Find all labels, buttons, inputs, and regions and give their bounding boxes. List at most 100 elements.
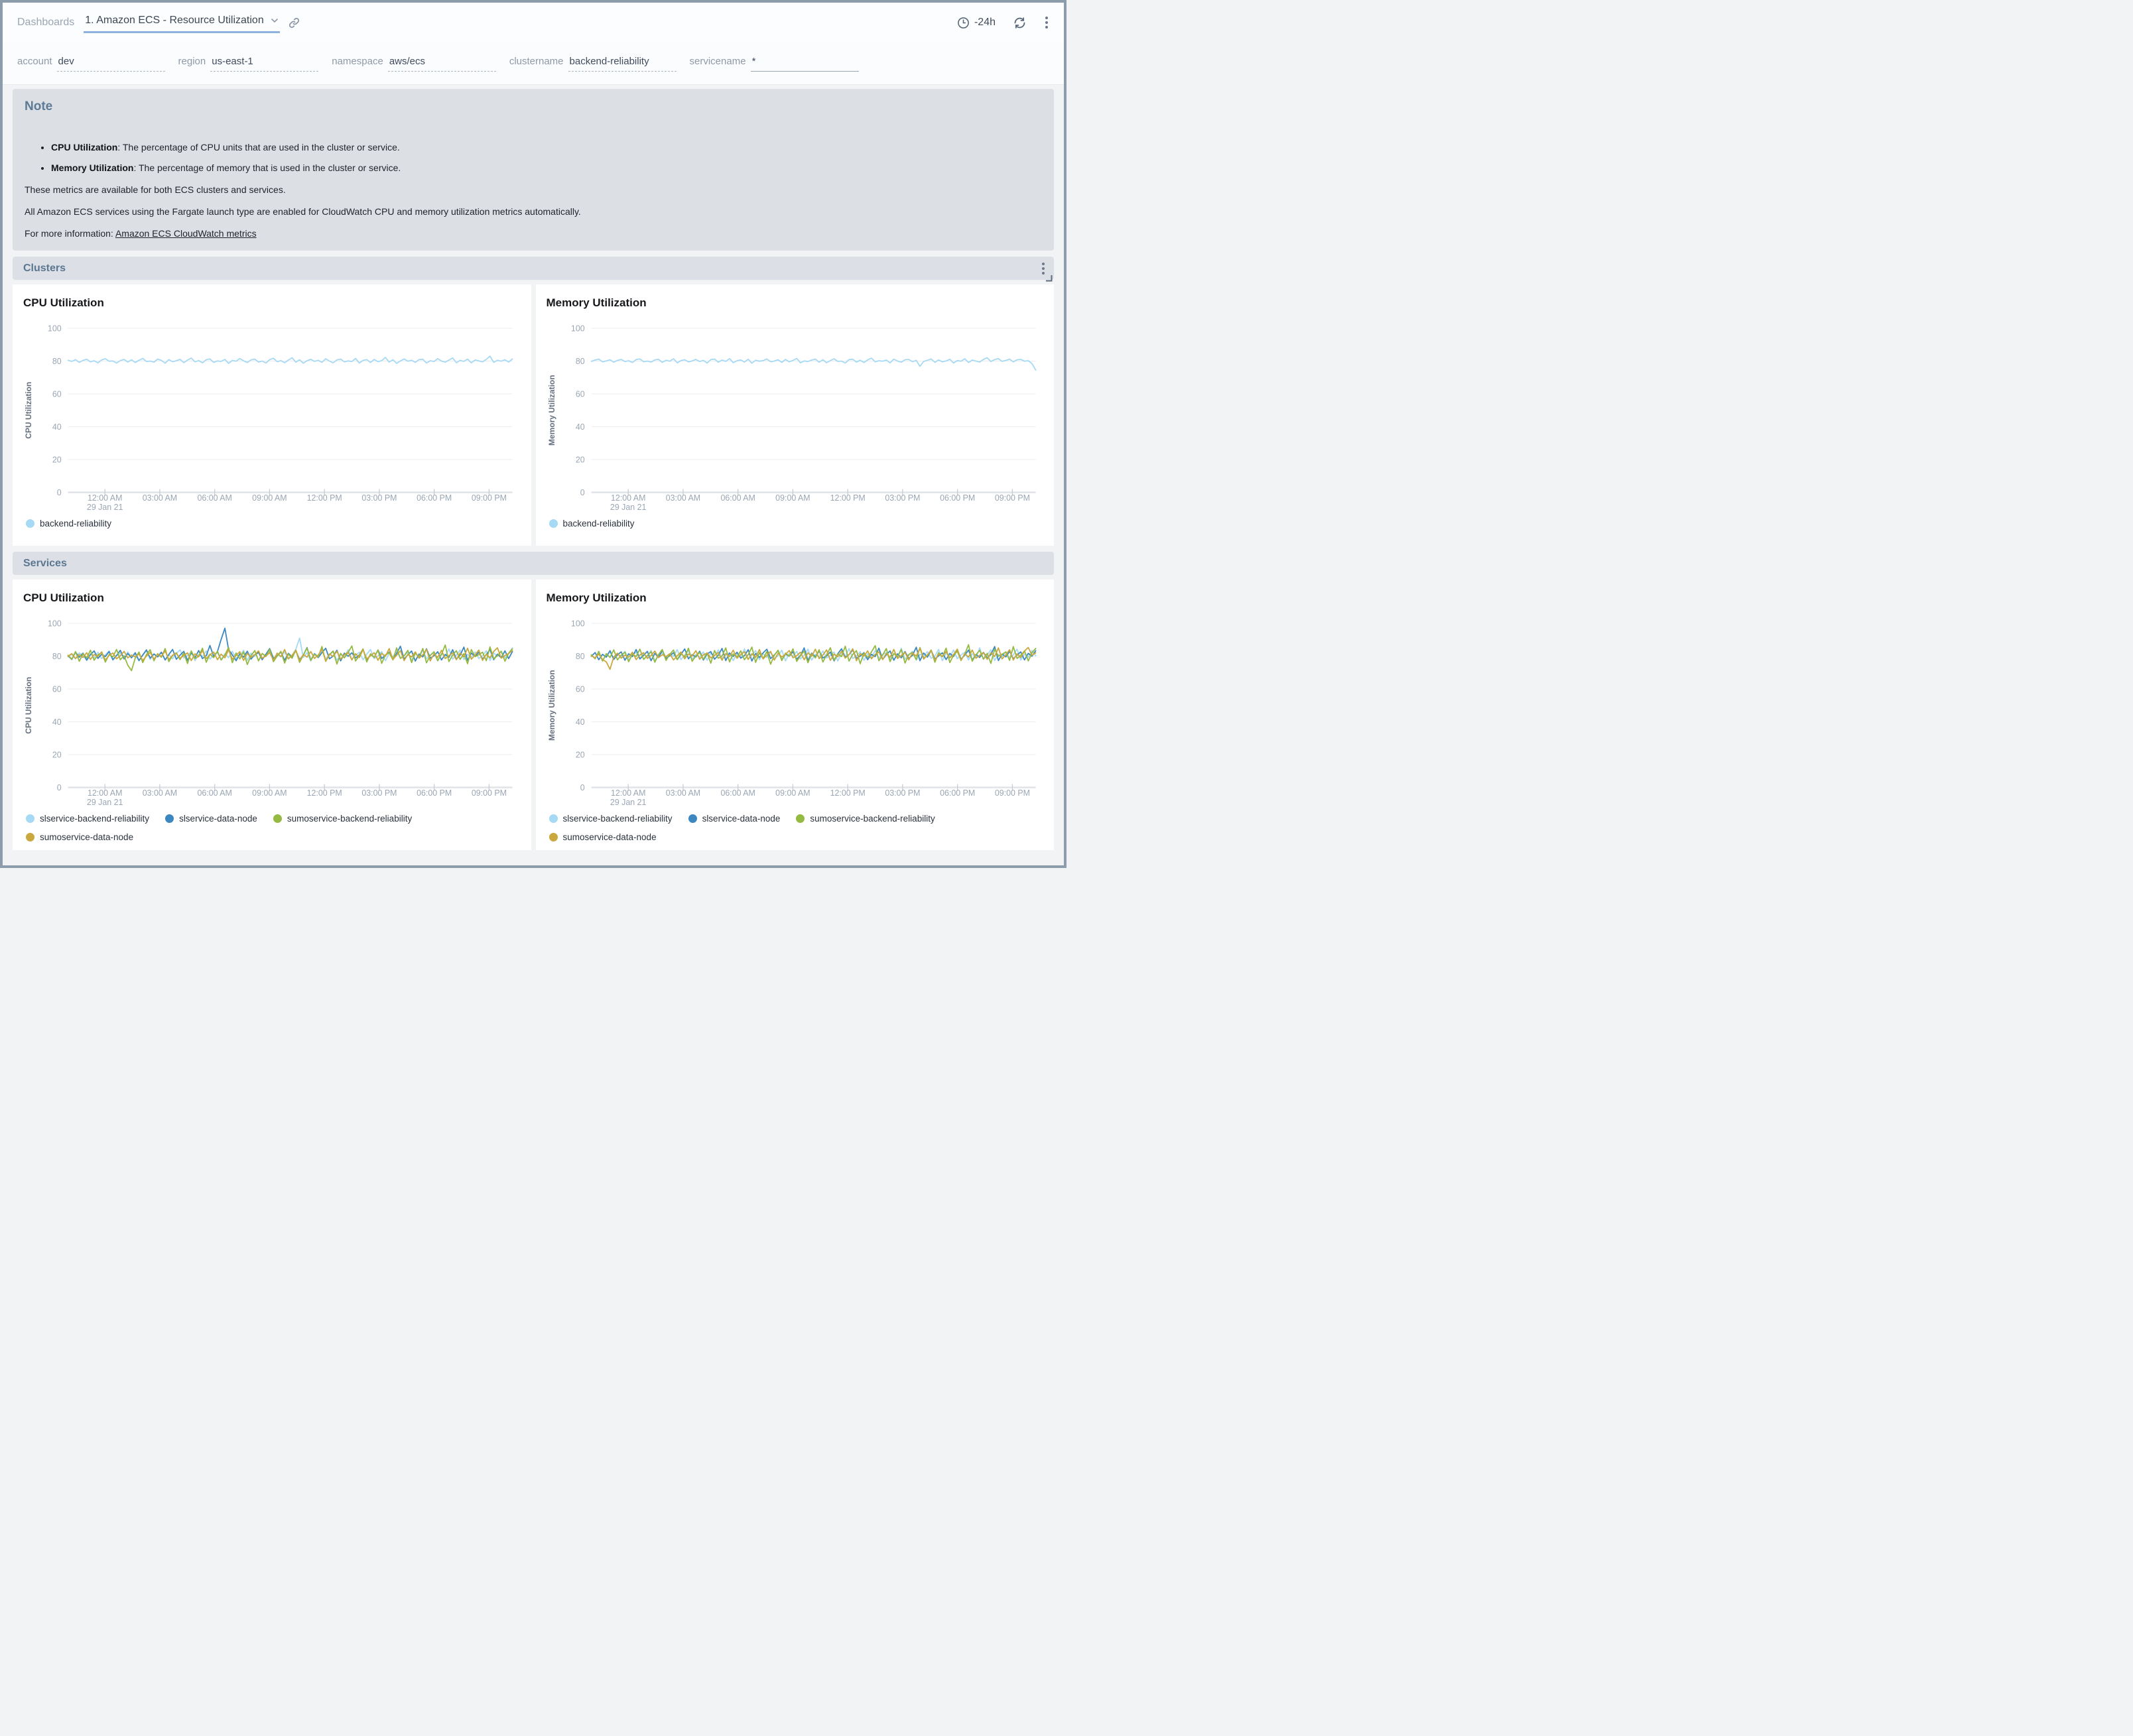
note-title: Note [25,99,1042,114]
svg-text:09:00 PM: 09:00 PM [472,493,507,503]
legend-series-name: slservice-data-node [179,814,257,824]
filter-namespace: namespace aws/ecs [332,56,496,72]
note-paragraph: These metrics are available for both ECS… [25,184,1042,195]
section-more-options-icon[interactable] [1041,261,1046,276]
svg-text:09:00 PM: 09:00 PM [994,493,1029,503]
chart-legend: backend-reliability [22,511,522,531]
legend-item[interactable]: sumoservice-backend-reliability [273,810,412,826]
svg-text:03:00 PM: 03:00 PM [885,788,920,798]
legend-dot-icon [688,814,697,823]
more-options-icon[interactable] [1044,15,1049,30]
filter-account-input[interactable]: dev [57,56,165,72]
svg-text:40: 40 [52,422,62,432]
svg-text:12:00 PM: 12:00 PM [830,493,865,503]
filter-label: region [178,56,206,72]
svg-text:CPU Utilization: CPU Utilization [24,382,33,439]
svg-text:Memory Utilization: Memory Utilization [547,670,556,741]
service-memory-panel: Memory Utilization 02040608010012:00 AM2… [536,580,1055,850]
legend-series-name: slservice-backend-reliability [563,814,673,824]
clock-icon [957,17,970,29]
filter-bar: account dev region us-east-1 namespace a… [3,42,1064,85]
refresh-icon[interactable] [1013,16,1027,30]
svg-text:100: 100 [570,619,584,628]
chart-legend: backend-reliability [545,511,1045,531]
filter-region-input[interactable]: us-east-1 [210,56,318,72]
share-link-icon[interactable] [288,17,300,29]
chart-legend: slservice-backend-reliability slservice-d… [545,806,1045,845]
svg-text:09:00 AM: 09:00 AM [775,493,810,503]
legend-dot-icon [549,519,558,528]
legend-item[interactable]: sumoservice-data-node [26,829,133,845]
svg-text:29 Jan 21: 29 Jan 21 [610,798,646,806]
legend-dot-icon [796,814,805,823]
line-chart[interactable]: 02040608010012:00 AM29 Jan 2103:00 AM06:… [545,312,1045,511]
breadcrumb[interactable]: Dashboards [17,17,74,29]
svg-text:06:00 AM: 06:00 AM [720,788,755,798]
svg-text:09:00 AM: 09:00 AM [252,493,287,503]
chart-title: CPU Utilization [22,292,522,312]
filter-servicename-input[interactable]: * [751,56,859,72]
svg-text:60: 60 [52,389,62,399]
chevron-down-icon [271,18,279,23]
time-range-button[interactable]: -24h [957,17,996,29]
section-title: Services [23,558,67,570]
svg-text:0: 0 [57,783,62,792]
legend-item[interactable]: backend-reliability [549,515,635,531]
svg-text:20: 20 [575,455,584,464]
line-chart[interactable]: 02040608010012:00 AM29 Jan 2103:00 AM06:… [22,607,522,806]
filter-label: namespace [332,56,383,72]
legend-series-name: sumoservice-backend-reliability [810,814,935,824]
note-bullet-list: CPU Utilization: The percentage of CPU u… [51,142,1042,173]
section-header-clusters: Clusters [13,257,1054,280]
svg-text:0: 0 [580,488,584,497]
svg-text:60: 60 [52,684,62,694]
line-chart[interactable]: 02040608010012:00 AM29 Jan 2103:00 AM06:… [545,607,1045,806]
svg-text:12:00 AM: 12:00 AM [88,493,122,503]
chart-title: Memory Utilization [545,588,1045,607]
svg-text:100: 100 [48,619,62,628]
svg-text:09:00 AM: 09:00 AM [775,788,810,798]
legend-item[interactable]: backend-reliability [26,515,111,531]
cloudwatch-metrics-link[interactable]: Amazon ECS CloudWatch metrics [115,228,257,239]
svg-text:0: 0 [580,783,584,792]
legend-item[interactable]: sumoservice-data-node [549,829,657,845]
legend-item[interactable]: slservice-data-node [688,810,781,826]
dashboard-title: 1. Amazon ECS - Resource Utilization [85,15,263,27]
svg-text:06:00 PM: 06:00 PM [940,788,975,798]
svg-text:80: 80 [575,652,584,661]
services-charts-row: CPU Utilization 02040608010012:00 AM29 J… [13,580,1054,850]
chart-title: Memory Utilization [545,292,1045,312]
filter-clustername-input[interactable]: backend-reliability [568,56,677,72]
legend-dot-icon [26,833,34,841]
clusters-charts-row: CPU Utilization 02040608010012:00 AM29 J… [13,284,1054,546]
legend-series-name: sumoservice-backend-reliability [287,814,412,824]
svg-text:80: 80 [575,357,584,366]
svg-text:12:00 PM: 12:00 PM [830,788,865,798]
svg-text:06:00 PM: 06:00 PM [417,788,452,798]
svg-text:12:00 AM: 12:00 AM [610,493,645,503]
cluster-memory-panel: Memory Utilization 02040608010012:00 AM2… [536,284,1055,546]
filter-region: region us-east-1 [178,56,319,72]
section-header-services: Services [13,552,1054,575]
legend-series-name: slservice-backend-reliability [40,814,149,824]
legend-dot-icon [549,833,558,841]
svg-text:100: 100 [570,324,584,333]
dashboard-title-dropdown[interactable]: 1. Amazon ECS - Resource Utilization [84,12,279,33]
note-paragraph: For more information: Amazon ECS CloudWa… [25,228,1042,239]
legend-item[interactable]: sumoservice-backend-reliability [796,810,935,826]
legend-item[interactable]: slservice-data-node [165,810,257,826]
legend-item[interactable]: slservice-backend-reliability [26,810,149,826]
filter-namespace-input[interactable]: aws/ecs [388,56,496,72]
svg-text:100: 100 [48,324,62,333]
svg-text:20: 20 [575,750,584,759]
svg-text:40: 40 [575,422,584,432]
legend-series-name: slservice-data-node [702,814,781,824]
legend-item[interactable]: slservice-backend-reliability [549,810,673,826]
svg-text:80: 80 [52,357,62,366]
legend-series-name: sumoservice-data-node [563,832,657,842]
line-chart[interactable]: 02040608010012:00 AM29 Jan 2103:00 AM06:… [22,312,522,511]
filter-label: account [17,56,52,72]
svg-text:0: 0 [57,488,62,497]
resize-handle-icon[interactable] [1045,275,1053,282]
cluster-cpu-panel: CPU Utilization 02040608010012:00 AM29 J… [13,284,531,546]
